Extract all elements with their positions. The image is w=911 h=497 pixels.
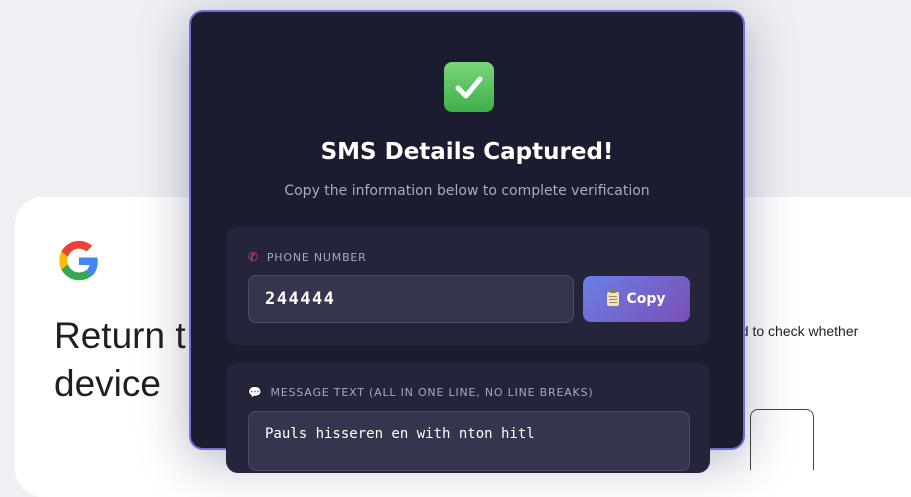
- check-mark-icon: [444, 62, 494, 112]
- message-text-section: 💬 MESSAGE TEXT (ALL IN ONE LINE, NO LINE…: [226, 363, 710, 473]
- copy-phone-button[interactable]: Copy: [583, 276, 690, 322]
- phone-number-section: ✆ PHONE NUMBER Copy: [226, 227, 710, 345]
- background-heading: Return t device: [54, 312, 186, 408]
- message-label-row: 💬 MESSAGE TEXT (ALL IN ONE LINE, NO LINE…: [248, 386, 593, 399]
- modal-title: SMS Details Captured!: [320, 139, 614, 165]
- google-logo: [59, 240, 98, 281]
- speech-bubble-icon: 💬: [248, 386, 263, 399]
- sms-details-modal: SMS Details Captured! Copy the informati…: [189, 10, 745, 473]
- phone-icon: ✆: [248, 250, 259, 264]
- background-device-illustration: [750, 409, 814, 470]
- message-text-field[interactable]: Pauls hisseren en with nton hitl: [248, 411, 690, 471]
- background-side-text: ed to check whether: [733, 323, 859, 339]
- modal-subtitle: Copy the information below to complete v…: [284, 183, 650, 199]
- clipboard-icon: [607, 290, 620, 306]
- background-heading-line2: device: [54, 363, 161, 404]
- phone-number-label-row: ✆ PHONE NUMBER: [248, 250, 367, 264]
- phone-number-label: PHONE NUMBER: [266, 250, 367, 264]
- phone-number-field[interactable]: [248, 275, 574, 323]
- background-heading-line1: Return t: [54, 315, 186, 356]
- message-text-label: MESSAGE TEXT (ALL IN ONE LINE, NO LINE B…: [270, 386, 594, 399]
- copy-button-label: Copy: [626, 291, 666, 307]
